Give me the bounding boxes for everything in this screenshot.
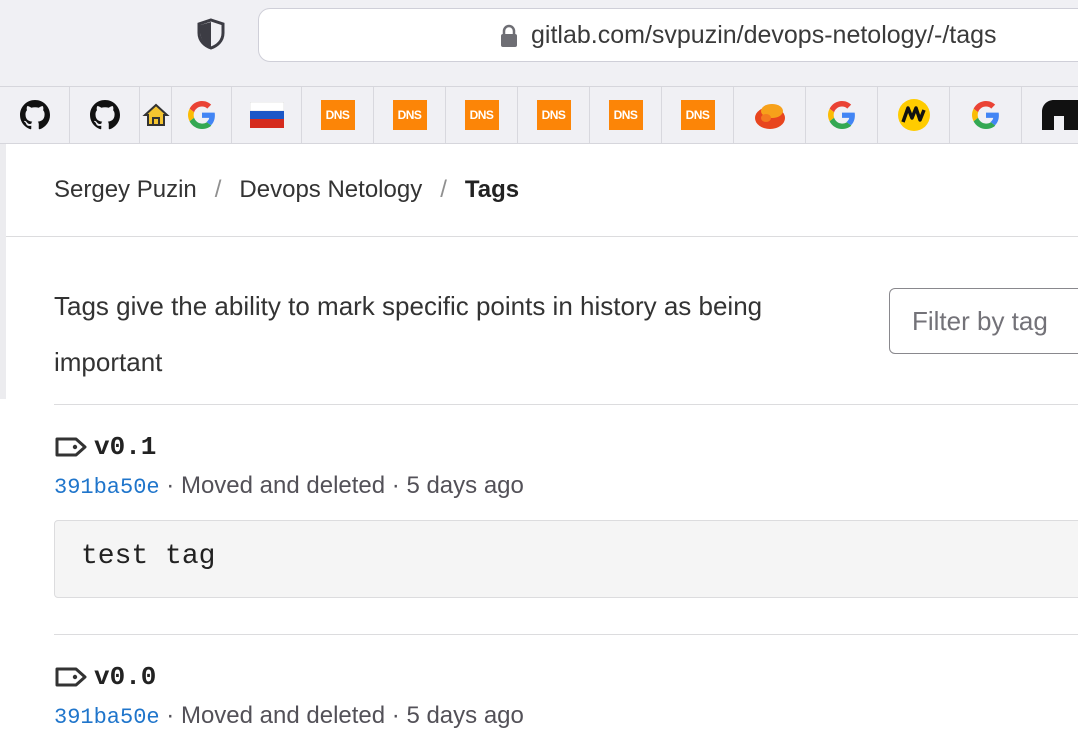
url-text: gitlab.com/svpuzin/devops-netology/-/tag… [531,21,997,49]
bookmark-google-3[interactable] [950,87,1022,143]
github-icon [19,100,50,130]
bookmark-github-2[interactable] [70,87,140,143]
pochta-bank-icon [754,104,785,129]
commit-time: 5 days ago [406,472,524,499]
tag-icon [55,667,87,687]
breadcrumb: Sergey Puzin / Devops Netology / Tags [54,176,519,204]
google-icon [971,101,999,129]
dns-icon: DNS [536,100,571,130]
bookmark-dns-3[interactable]: DNS [446,87,518,143]
bookmark-dns-1[interactable]: DNS [302,87,374,143]
bookmark-dns-6[interactable]: DNS [662,87,734,143]
app-icon [1042,100,1078,130]
bookmark-app[interactable] [1022,87,1078,143]
breadcrumb-item-user[interactable]: Sergey Puzin [54,176,197,204]
commit-message[interactable]: Moved and deleted [181,702,385,729]
bookmark-russia[interactable] [232,87,302,143]
meta-separator: · [385,472,407,499]
tag-link[interactable]: v0.0 [94,662,156,692]
home-icon [141,103,170,126]
header-divider [6,236,1078,237]
dns-icon: DNS [464,100,499,130]
tag-item-v0-1: v0.1 [54,432,156,462]
bookmark-yandex-market[interactable] [878,87,950,143]
tag-meta: 391ba50e · Moved and deleted · 5 days ag… [54,472,524,500]
browser-toolbar: gitlab.com/svpuzin/devops-netology/-/tag… [0,0,1078,86]
breadcrumb-current[interactable]: Tags [465,176,519,204]
lock-icon [501,24,517,47]
google-icon [187,101,215,129]
page-description: Tags give the ability to mark specific p… [54,291,763,377]
dns-icon: DNS [320,100,355,130]
dns-icon: DNS [680,100,715,130]
tag-item-v0-0: v0.0 [54,662,156,692]
tag-link[interactable]: v0.1 [94,432,156,462]
list-divider [54,634,1078,635]
bookmark-google-2[interactable] [806,87,878,143]
breadcrumb-separator: / [214,176,222,203]
shield-icon[interactable] [196,18,226,50]
bookmarks-bar: DNS DNS DNS DNS DNS DNS [0,86,1078,144]
address-bar[interactable]: gitlab.com/svpuzin/devops-netology/-/tag… [258,8,1078,62]
breadcrumb-item-project[interactable]: Devops Netology [239,176,422,204]
meta-separator: · [385,702,407,729]
breadcrumb-separator: / [440,176,447,203]
dns-icon: DNS [608,100,643,130]
tag-message-box: test tag [54,520,1078,598]
commit-time: 5 days ago [406,702,524,729]
bookmark-pochta-bank[interactable] [734,87,806,143]
bookmark-github[interactable] [0,87,70,143]
meta-separator: · [159,702,181,729]
bookmark-dns-5[interactable]: DNS [590,87,662,143]
commit-message[interactable]: Moved and deleted [181,472,385,499]
commit-sha-link[interactable]: 391ba50e [54,475,160,500]
bookmark-google[interactable] [172,87,232,143]
filter-tag-input[interactable] [889,288,1078,354]
russia-flag-icon [249,102,284,128]
tag-message: test tag [81,541,216,572]
bookmark-dns-2[interactable]: DNS [374,87,446,143]
yandex-market-icon [897,99,930,131]
github-icon [89,100,120,130]
page-content: Sergey Puzin / Devops Netology / Tags Ta… [0,144,1078,752]
bookmark-dns-4[interactable]: DNS [518,87,590,143]
tag-meta: 391ba50e · Moved and deleted · 5 days ag… [54,702,524,730]
google-icon [827,101,855,129]
list-divider [54,404,1078,405]
tag-icon [55,437,87,457]
sidebar-edge [0,144,6,399]
meta-separator: · [159,472,181,499]
dns-icon: DNS [392,100,427,130]
commit-sha-link[interactable]: 391ba50e [54,705,160,730]
bookmark-home[interactable] [140,87,172,143]
